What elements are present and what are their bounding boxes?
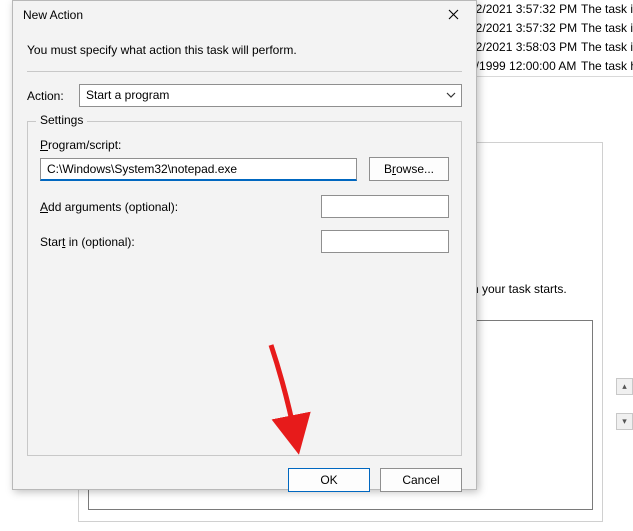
dialog-instruction: You must specify what action this task w… [27, 43, 462, 57]
start-in-label: Start in (optional): [40, 235, 321, 249]
titlebar: New Action [13, 1, 476, 29]
action-label: Action: [27, 89, 69, 103]
table-row: 2/12/2021 3:58:03 PM The task i [455, 38, 633, 57]
row-desc: The task h [577, 57, 633, 76]
scroll-up-button[interactable]: ▴ [616, 378, 633, 395]
new-action-dialog: New Action You must specify what action … [12, 0, 477, 490]
dialog-title: New Action [23, 8, 432, 22]
add-arguments-label: Add arguments (optional): [40, 200, 321, 214]
row-desc: The task i [577, 0, 633, 19]
table-row: /30/1999 12:00:00 AM The task h [455, 57, 633, 76]
action-select[interactable]: Start a program [79, 84, 462, 107]
settings-legend: Settings [36, 113, 87, 127]
close-button[interactable] [432, 1, 474, 29]
action-select-value: Start a program [79, 84, 462, 107]
table-row: 2/12/2021 3:57:32 PM The task i [455, 0, 633, 19]
cancel-button[interactable]: Cancel [380, 468, 462, 492]
add-arguments-input[interactable] [321, 195, 449, 218]
settings-group: Settings Program/script: Browse... Add a… [27, 121, 462, 456]
background-history-table: 2/12/2021 3:57:32 PM The task i 2/12/202… [455, 0, 633, 76]
program-script-input[interactable] [40, 158, 357, 181]
close-icon [448, 7, 459, 23]
scroll-down-button[interactable]: ▾ [616, 413, 633, 430]
ok-button[interactable]: OK [288, 468, 370, 492]
row-desc: The task i [577, 38, 633, 57]
row-desc: The task i [577, 19, 633, 38]
background-separator [460, 76, 633, 77]
program-script-label: Program/script: [40, 138, 449, 152]
table-row: 2/12/2021 3:57:32 PM The task i [455, 19, 633, 38]
start-in-input[interactable] [321, 230, 449, 253]
chevron-down-icon [446, 89, 456, 99]
background-hint-text: n your task starts. [472, 282, 567, 296]
separator [27, 71, 462, 72]
browse-button[interactable]: Browse... [369, 157, 449, 181]
